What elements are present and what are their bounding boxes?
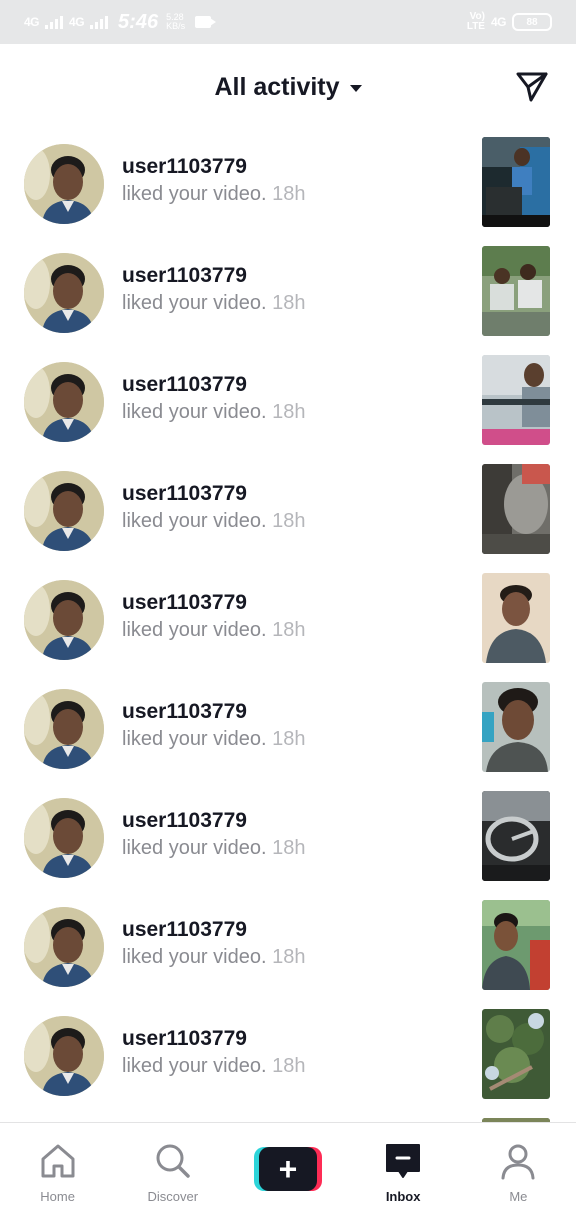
paper-plane-icon	[516, 72, 548, 102]
avatar[interactable]	[24, 689, 104, 769]
volte-indicator: Vo) LTE	[467, 12, 485, 32]
activity-text: liked your video.	[122, 401, 267, 423]
username[interactable]: user1103779	[122, 808, 305, 834]
nav-discover[interactable]: Discover	[115, 1123, 230, 1216]
bottom-navigation: Home Discover + Inbox Me	[0, 1122, 576, 1216]
activity-time: 18h	[272, 837, 306, 859]
username[interactable]: user1103779	[122, 372, 305, 398]
inbox-header: All activity	[0, 44, 576, 130]
nav-create[interactable]: +	[230, 1123, 345, 1216]
nav-discover-label: Discover	[147, 1189, 199, 1204]
activity-time: 18h	[272, 183, 306, 205]
avatar[interactable]	[24, 144, 104, 224]
activity-time: 18h	[272, 1055, 306, 1077]
video-thumbnail[interactable]	[482, 137, 550, 227]
list-item[interactable]: user1103779 liked your video. 18h	[0, 1002, 576, 1111]
avatar[interactable]	[24, 580, 104, 660]
network-speed: 5.28 KB/s	[166, 13, 185, 31]
avatar[interactable]	[24, 798, 104, 878]
video-thumbnail[interactable]	[482, 573, 550, 663]
video-thumbnail[interactable]	[482, 900, 550, 990]
avatar[interactable]	[24, 907, 104, 987]
username[interactable]: user1103779	[122, 481, 305, 507]
activity-text: liked your video.	[122, 510, 267, 532]
video-recording-icon	[195, 16, 217, 28]
activity-filter-dropdown[interactable]: All activity	[214, 72, 362, 102]
username[interactable]: user1103779	[122, 1026, 305, 1052]
nav-home[interactable]: Home	[0, 1123, 115, 1216]
activity-text: liked your video.	[122, 837, 267, 859]
signal-icon	[45, 15, 64, 29]
notification-list: user1103779 liked your video. 18h user11…	[0, 130, 576, 1216]
profile-icon	[501, 1144, 535, 1180]
activity-text: liked your video.	[122, 619, 267, 641]
video-thumbnail[interactable]	[482, 1009, 550, 1099]
nav-home-label: Home	[40, 1189, 75, 1204]
list-item[interactable]: user1103779 liked your video. 18h	[0, 893, 576, 1002]
caret-down-icon	[349, 84, 362, 92]
network-type-1: 4G	[24, 15, 40, 29]
list-item[interactable]: user1103779 liked your video. 18h	[0, 784, 576, 893]
username[interactable]: user1103779	[122, 154, 305, 180]
network-speed-unit: KB/s	[166, 21, 186, 31]
list-item[interactable]: user1103779 liked your video. 18h	[0, 348, 576, 457]
activity-time: 18h	[272, 292, 306, 314]
activity-text: liked your video.	[122, 292, 267, 314]
search-icon	[156, 1144, 190, 1178]
list-item[interactable]: user1103779 liked your video. 18h	[0, 675, 576, 784]
nav-inbox[interactable]: Inbox	[346, 1123, 461, 1216]
status-bar: 4G 4G 5:46 5.28 KB/s Vo) LTE 4G 88	[0, 0, 576, 44]
video-thumbnail[interactable]	[482, 682, 550, 772]
activity-time: 18h	[272, 510, 306, 532]
avatar[interactable]	[24, 471, 104, 551]
username[interactable]: user1103779	[122, 590, 305, 616]
video-thumbnail[interactable]	[482, 791, 550, 881]
direct-messages-button[interactable]	[514, 68, 550, 104]
status-time: 5:46	[118, 10, 159, 33]
volte-bottom: LTE	[466, 21, 485, 32]
avatar[interactable]	[24, 1016, 104, 1096]
video-thumbnail[interactable]	[482, 246, 550, 336]
page-title: All activity	[214, 72, 340, 101]
network-type-2: 4G	[69, 15, 85, 29]
battery-icon: 88	[512, 13, 552, 31]
create-button[interactable]: +	[253, 1147, 322, 1191]
username[interactable]: user1103779	[122, 263, 305, 289]
activity-text: liked your video.	[122, 1055, 267, 1077]
list-item[interactable]: user1103779 liked your video. 18h	[0, 239, 576, 348]
plus-icon: +	[258, 1147, 317, 1191]
video-thumbnail[interactable]	[482, 355, 550, 445]
activity-text: liked your video.	[122, 728, 267, 750]
avatar[interactable]	[24, 253, 104, 333]
nav-me-label: Me	[509, 1189, 528, 1204]
screen: 4G 4G 5:46 5.28 KB/s Vo) LTE 4G 88 All a…	[0, 0, 576, 1216]
signal-icon	[90, 15, 109, 29]
activity-text: liked your video.	[122, 183, 267, 205]
activity-time: 18h	[272, 401, 306, 423]
activity-time: 18h	[272, 946, 306, 968]
inbox-icon	[386, 1144, 421, 1178]
list-item[interactable]: user1103779 liked your video. 18h	[0, 566, 576, 675]
home-icon	[41, 1144, 75, 1178]
network-type-3: 4G	[490, 15, 507, 29]
battery-level: 88	[526, 16, 538, 28]
avatar[interactable]	[24, 362, 104, 442]
list-item[interactable]: user1103779 liked your video. 18h	[0, 457, 576, 566]
list-item[interactable]: user1103779 liked your video. 18h	[0, 130, 576, 239]
activity-time: 18h	[272, 619, 306, 641]
activity-text: liked your video.	[122, 946, 267, 968]
activity-time: 18h	[272, 728, 306, 750]
nav-inbox-label: Inbox	[385, 1189, 421, 1204]
video-thumbnail[interactable]	[482, 464, 550, 554]
nav-me[interactable]: Me	[461, 1123, 576, 1216]
username[interactable]: user1103779	[122, 917, 305, 943]
username[interactable]: user1103779	[122, 699, 305, 725]
